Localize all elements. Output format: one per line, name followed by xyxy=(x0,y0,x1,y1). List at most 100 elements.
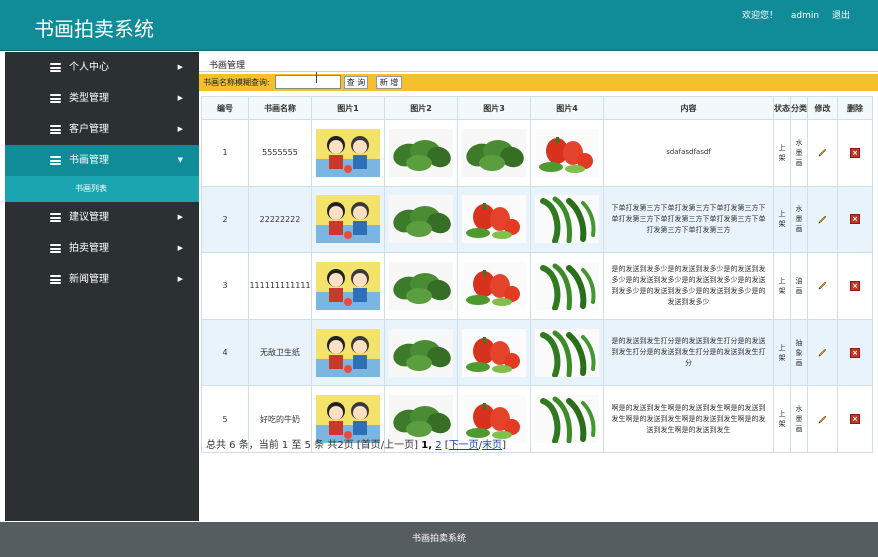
pager-summary: 总共 6 条，当前 1 至 5 条 共2页 xyxy=(206,440,354,451)
pencil-icon[interactable] xyxy=(817,346,828,357)
cell-id: 2 xyxy=(201,185,249,254)
search-input[interactable] xyxy=(275,75,341,89)
chevron-right-icon: ▶ xyxy=(177,244,183,252)
pencil-icon[interactable] xyxy=(817,279,828,290)
column-header: 图片4 xyxy=(530,96,604,120)
pencil-icon[interactable] xyxy=(817,213,828,224)
green-peppers-image xyxy=(535,195,599,244)
cell-content: 啊是的发送到发生啊是的发送到发生啊是的发送到发生啊是的发送到发生啊是的发送到发生… xyxy=(603,385,774,453)
pager-page-2[interactable]: 2 xyxy=(435,440,441,451)
cell-image-4 xyxy=(530,318,604,387)
sidebar-item-auction-management[interactable]: 拍卖管理 ▶ xyxy=(5,233,199,264)
list-icon xyxy=(50,125,61,134)
query-button[interactable]: 查 询 xyxy=(344,76,368,89)
sidebar-item-news-management[interactable]: 新闻管理 ▶ xyxy=(5,264,199,295)
cell-image-2 xyxy=(384,252,458,320)
cell-name: 无敌卫生纸 xyxy=(248,318,312,387)
chevron-right-icon: ▶ xyxy=(177,63,183,71)
sidebar-item-painting-management[interactable]: 书画管理 ▼ xyxy=(5,145,199,176)
cell-category: 水墨画 xyxy=(790,119,808,187)
cell-category: 水墨画 xyxy=(790,385,808,453)
delete-x-icon[interactable]: × xyxy=(850,414,860,425)
pager-last[interactable]: 末页 xyxy=(482,440,502,451)
spinach-image xyxy=(389,328,453,377)
logout-link[interactable]: 退出 xyxy=(832,11,850,21)
table-header-row: 编号 书画名称 图片1 图片2 图片3 图片4 内容 状态 分类 修改 删除 xyxy=(201,96,873,120)
table-row: 2 22222222 下单打发第三方下单打发第三方下单打发第三方下单打发第三方下单打… xyxy=(201,185,873,254)
pagination: 总共 6 条，当前 1 至 5 条 共2页 [首页/上一页] 1, 2 [下一页… xyxy=(206,440,506,451)
pager-next[interactable]: 下一页 xyxy=(449,440,479,451)
cell-status: 上架 xyxy=(773,119,791,187)
pencil-icon[interactable] xyxy=(817,413,828,424)
cell-name: 5555555 xyxy=(248,119,312,187)
cell-name: 22222222 xyxy=(248,185,312,254)
main-panel: 书画管理 书画名称模糊查询: 查 询 新 增 编号 书画名称 图片1 图片2 图… xyxy=(199,52,878,521)
delete-x-icon[interactable]: × xyxy=(850,280,860,291)
cell-image-3 xyxy=(457,252,531,320)
spinach-image xyxy=(389,195,453,244)
spinach-image xyxy=(389,261,453,310)
cell-content: sdafasdfasdf xyxy=(603,119,774,187)
welcome-text: 欢迎您！ xyxy=(742,11,779,21)
vegetables-image xyxy=(462,328,526,377)
column-header: 修改 xyxy=(807,96,838,120)
username[interactable]: admin xyxy=(791,11,819,21)
text-cursor-icon xyxy=(316,72,321,83)
page-title: 书画管理 xyxy=(209,61,246,71)
cell-category: 抽象画 xyxy=(790,318,808,387)
list-icon xyxy=(50,156,61,165)
pager-first-prev: [首页/上一页] xyxy=(356,440,419,451)
list-icon xyxy=(50,213,61,222)
cell-image-3 xyxy=(457,185,531,254)
add-button[interactable]: 新 增 xyxy=(376,76,402,89)
column-header: 图片3 xyxy=(457,96,531,120)
cell-status: 上架 xyxy=(773,252,791,320)
column-header: 删除 xyxy=(837,96,873,120)
cell-image-1 xyxy=(311,318,385,387)
cell-content: 下单打发第三方下单打发第三方下单打发第三方下单打发第三方下单打发第三方下单打发第… xyxy=(603,185,774,254)
sidebar-item-customer-management[interactable]: 客户管理 ▶ xyxy=(5,114,199,145)
delete-x-icon[interactable]: × xyxy=(850,214,860,225)
cell-name: 111111111111 xyxy=(248,252,312,320)
cell-delete: × xyxy=(837,185,873,254)
vegetables-image xyxy=(462,195,526,244)
cell-delete: × xyxy=(837,318,873,387)
sidebar-item-suggestion-management[interactable]: 建议管理 ▶ xyxy=(5,202,199,233)
title-divider xyxy=(199,71,878,72)
list-icon xyxy=(50,244,61,253)
cell-content: 是的发送到发多少是的发送到发多少是的发送到发多少是的发送到发多少是的发送到发多少… xyxy=(603,252,774,320)
list-icon xyxy=(50,275,61,284)
search-bar: 书画名称模糊查询: 查 询 新 增 xyxy=(199,74,878,91)
cell-id: 4 xyxy=(201,318,249,387)
cell-content: 是的发送到发生打分是的发送到发生打分是的发送到发生打分是的发送到发生打分是的发送… xyxy=(603,318,774,387)
cartoon-boys-image xyxy=(316,328,380,377)
pencil-icon[interactable] xyxy=(817,146,828,157)
user-info: 欢迎您！ admin 退出 xyxy=(732,8,850,21)
cell-status: 上架 xyxy=(773,185,791,254)
cell-delete: × xyxy=(837,385,873,453)
cell-image-2 xyxy=(384,119,458,187)
top-header: 书画拍卖系统 欢迎您！ admin 退出 xyxy=(0,0,878,51)
sidebar: 个人中心 ▶ 类型管理 ▶ 客户管理 ▶ 书画管理 ▼ 书画列表 建议管理 ▶ 拍卖管理 ▶… xyxy=(5,52,199,521)
table-row: 1 5555555 sdafasdfasdf 上架 水墨画 × xyxy=(201,119,873,187)
sidebar-item-type-management[interactable]: 类型管理 ▶ xyxy=(5,83,199,114)
cell-image-1 xyxy=(311,252,385,320)
column-header: 分类 xyxy=(790,96,808,120)
cell-image-3 xyxy=(457,119,531,187)
cell-image-2 xyxy=(384,185,458,254)
delete-x-icon[interactable]: × xyxy=(850,347,860,358)
green-peppers-image xyxy=(535,328,599,377)
cartoon-boys-image xyxy=(316,195,380,244)
list-icon xyxy=(50,63,61,72)
cell-image-1 xyxy=(311,119,385,187)
delete-x-icon[interactable]: × xyxy=(850,147,860,158)
chevron-right-icon: ▶ xyxy=(177,125,183,133)
sidebar-item-personal-center[interactable]: 个人中心 ▶ xyxy=(5,52,199,83)
cartoon-boys-image xyxy=(316,261,380,310)
painting-table: 编号 书画名称 图片1 图片2 图片3 图片4 内容 状态 分类 修改 删除 1… xyxy=(201,96,873,453)
cell-image-4 xyxy=(530,185,604,254)
sidebar-subitem-painting-list[interactable]: 书画列表 xyxy=(5,176,199,202)
cell-edit xyxy=(807,385,838,453)
cell-image-3 xyxy=(457,318,531,387)
footer: 书画拍卖系统 xyxy=(0,522,878,557)
